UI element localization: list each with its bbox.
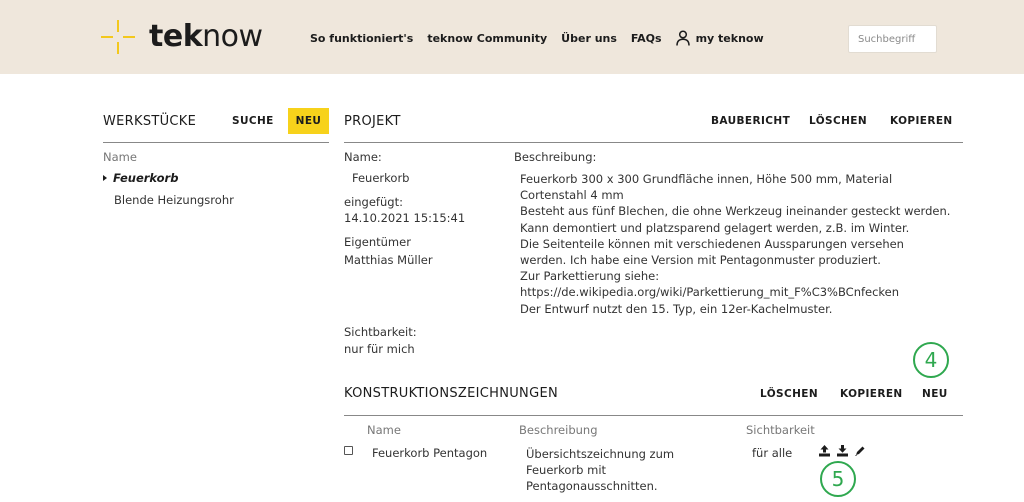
column-header-visibility: Sichtbarkeit: [746, 423, 815, 437]
project-heading: PROJEKT: [344, 114, 401, 129]
visibility-label: Sichtbarkeit:: [344, 325, 417, 339]
new-drawing-button[interactable]: NEU: [922, 388, 948, 400]
visibility-value: nur für mich: [344, 342, 415, 356]
annotation-marker-4: 4: [913, 342, 949, 378]
column-header-description: Beschreibung: [519, 423, 598, 437]
site-header: teknow So funktioniert's teknow Communit…: [0, 0, 1024, 74]
logo-wordmark: teknow: [149, 19, 263, 54]
row-actions: [818, 444, 866, 457]
nav-faqs[interactable]: FAQs: [631, 32, 662, 45]
divider: [103, 142, 329, 143]
drawings-heading: KONSTRUKTIONSZEICHNUNGEN: [344, 386, 558, 401]
workpiece-item-blende[interactable]: Blende Heizungsrohr: [114, 193, 234, 207]
person-icon: [675, 30, 690, 46]
search-workpieces-button[interactable]: SUCHE: [232, 115, 274, 127]
edit-icon[interactable]: [854, 445, 866, 457]
logo-cross-icon: [101, 20, 135, 54]
upload-icon[interactable]: [818, 444, 831, 457]
nav-about-us[interactable]: Über uns: [561, 32, 617, 45]
nav-how-it-works[interactable]: So funktioniert's: [310, 32, 413, 45]
search-input[interactable]: [848, 25, 937, 53]
nav-my-teknow[interactable]: my teknow: [675, 30, 764, 46]
copy-project-button[interactable]: KOPIEREN: [890, 115, 953, 127]
teknow-logo[interactable]: teknow: [101, 20, 263, 54]
column-header-name: Name: [367, 423, 401, 437]
nav-community[interactable]: teknow Community: [427, 32, 547, 45]
copy-drawing-button[interactable]: KOPIEREN: [840, 388, 903, 400]
workpiece-item-label: Feuerkorb: [113, 171, 179, 185]
divider: [344, 142, 963, 143]
project-description: Feuerkorb 300 x 300 Grundfläche innen, H…: [520, 172, 951, 316]
name-value: Feuerkorb: [352, 171, 410, 185]
my-teknow-label: my teknow: [695, 31, 764, 45]
annotation-marker-5: 5: [820, 461, 856, 497]
workpiece-column-name: Name: [103, 150, 137, 164]
owner-label: Eigentümer: [344, 235, 411, 249]
caret-right-icon: [103, 175, 107, 181]
workpieces-heading: WERKSTÜCKE: [103, 114, 197, 129]
drawing-description: Übersichtszeichnung zum Feuerkorb mit Pe…: [526, 447, 675, 494]
new-workpiece-button[interactable]: NEU: [288, 108, 329, 134]
drawing-visibility: für alle: [752, 446, 793, 460]
download-icon[interactable]: [836, 444, 849, 457]
owner-value: Matthias Müller: [344, 253, 433, 267]
construction-report-button[interactable]: BAUBERICHT: [711, 115, 790, 127]
inserted-value: 14.10.2021 15:15:41: [344, 211, 466, 225]
row-checkbox[interactable]: [344, 446, 353, 455]
divider: [344, 415, 963, 416]
drawing-name[interactable]: Feuerkorb Pentagon: [372, 446, 487, 460]
workpiece-item-feuerkorb[interactable]: Feuerkorb: [103, 171, 178, 185]
delete-drawing-button[interactable]: LÖSCHEN: [760, 388, 818, 400]
inserted-label: eingefügt:: [344, 195, 403, 209]
name-label: Name:: [344, 150, 382, 164]
delete-project-button[interactable]: LÖSCHEN: [809, 115, 867, 127]
description-label: Beschreibung:: [514, 150, 597, 164]
main-nav: So funktioniert's teknow Community Über …: [310, 30, 778, 46]
